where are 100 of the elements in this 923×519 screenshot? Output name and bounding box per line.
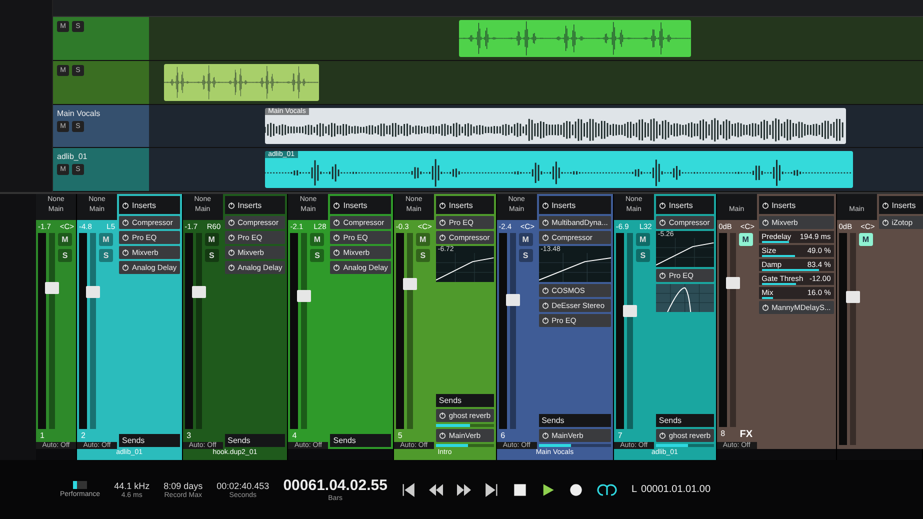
power-icon[interactable]	[333, 202, 340, 208]
fader-handle[interactable]	[192, 286, 206, 298]
channel-toggle[interactable]: S	[416, 249, 430, 262]
channel-toggle[interactable]: M	[99, 233, 113, 246]
power-icon[interactable]	[762, 304, 769, 311]
skip-to-end-icon[interactable]	[485, 482, 500, 496]
channel-toggle[interactable]: S	[204, 249, 219, 262]
power-icon[interactable]	[542, 234, 549, 241]
power-icon[interactable]	[542, 317, 549, 324]
power-icon[interactable]	[122, 264, 129, 271]
inserts-label: Inserts	[552, 200, 576, 210]
fader-handle[interactable]	[297, 290, 312, 302]
transport-readout: 8:09 days	[164, 480, 203, 490]
power-icon[interactable]	[658, 219, 666, 226]
inserts-label: Inserts	[448, 200, 473, 210]
rewind-to-start-icon[interactable]	[401, 482, 416, 496]
power-icon[interactable]	[228, 249, 235, 256]
power-icon[interactable]	[762, 202, 769, 208]
power-icon[interactable]	[438, 412, 446, 419]
channel-number: 5	[398, 431, 402, 440]
power-icon[interactable]	[762, 219, 769, 226]
channel-number: 3	[186, 431, 192, 440]
power-icon[interactable]	[122, 249, 129, 256]
record-icon[interactable]	[569, 482, 584, 496]
fader-handle[interactable]	[45, 282, 59, 294]
power-icon[interactable]	[122, 219, 129, 226]
track-name: Main Vocals	[57, 108, 102, 118]
inserts-label: Inserts	[132, 200, 156, 210]
power-icon[interactable]	[438, 219, 446, 226]
channel-number: 1	[40, 431, 44, 440]
power-icon[interactable]	[228, 234, 235, 241]
power-icon[interactable]	[658, 432, 666, 439]
channel-number: 2	[81, 431, 86, 440]
power-icon[interactable]	[542, 202, 549, 208]
fader-handle[interactable]	[402, 278, 417, 290]
power-icon[interactable]	[438, 432, 446, 439]
channel-toggle[interactable]: S	[310, 249, 324, 262]
power-icon[interactable]	[438, 202, 446, 208]
fader-handle[interactable]	[726, 277, 740, 290]
power-icon[interactable]	[333, 249, 340, 256]
channel-toggle[interactable]: M	[636, 233, 650, 246]
power-icon[interactable]	[122, 202, 129, 208]
fast-forward-icon[interactable]	[457, 482, 472, 496]
power-icon[interactable]	[333, 264, 340, 271]
channel-toggle[interactable]: S	[636, 249, 650, 262]
loop-icon[interactable]	[597, 482, 618, 496]
power-icon[interactable]	[658, 202, 666, 208]
power-icon[interactable]	[228, 219, 235, 226]
send-level[interactable]	[538, 444, 572, 447]
inserts-label: Inserts	[668, 200, 693, 210]
fader-handle[interactable]	[506, 294, 520, 306]
channel-toggle[interactable]: M	[738, 233, 753, 246]
inserts-label: Inserts	[892, 200, 916, 210]
sends-label: Sends	[228, 436, 250, 445]
play-icon[interactable]	[541, 482, 556, 496]
channel-toggle[interactable]: M	[58, 233, 72, 246]
power-icon[interactable]	[333, 234, 340, 241]
sends-label: Sends	[542, 416, 564, 425]
power-icon[interactable]	[438, 234, 446, 241]
track-name: adlib_01	[57, 152, 88, 162]
fader-handle[interactable]	[86, 286, 100, 298]
power-icon[interactable]	[333, 219, 340, 226]
power-icon[interactable]	[542, 302, 549, 309]
channel-toggle[interactable]: M	[204, 233, 219, 246]
channel-toggle[interactable]: M	[858, 233, 873, 246]
power-icon[interactable]	[882, 202, 889, 208]
inserts-label: Inserts	[238, 200, 262, 210]
power-icon[interactable]	[122, 234, 129, 241]
rewind-icon[interactable]	[429, 482, 444, 496]
sends-label: Sends	[438, 396, 462, 405]
inserts-label: Inserts	[772, 200, 796, 210]
loop-marker-label: L	[631, 484, 638, 495]
channel-toggle[interactable]: M	[416, 233, 430, 246]
power-icon[interactable]	[658, 272, 666, 279]
power-icon[interactable]	[228, 202, 235, 208]
channel-number: 8	[720, 429, 726, 440]
sends-label: Sends	[333, 436, 356, 445]
channel-type: FX	[740, 429, 753, 440]
inserts-label: Inserts	[343, 200, 368, 210]
channel-toggle[interactable]: S	[518, 249, 533, 262]
channel-toggle[interactable]: S	[58, 249, 72, 262]
power-icon[interactable]	[542, 287, 549, 294]
channel-toggle[interactable]: M	[310, 233, 324, 246]
power-icon[interactable]	[228, 264, 235, 271]
cpu-meter-icon	[73, 481, 88, 489]
power-icon[interactable]	[542, 432, 549, 439]
sends-label: Sends	[122, 436, 145, 445]
channel-number: 6	[500, 431, 506, 440]
fader-handle[interactable]	[846, 290, 860, 303]
power-icon[interactable]	[542, 219, 549, 226]
loop-start-readout: 00001.01.01.00	[641, 484, 711, 495]
power-icon[interactable]	[882, 219, 889, 226]
channel-number: 7	[618, 431, 622, 440]
channel-number: 4	[292, 431, 297, 440]
channel-toggle[interactable]: S	[99, 249, 113, 262]
fader-handle[interactable]	[622, 305, 637, 318]
stop-icon[interactable]	[513, 482, 528, 496]
sends-label: Sends	[658, 416, 682, 425]
channel-toggle[interactable]: M	[518, 233, 533, 246]
transport-readout: 44.1 kHz	[114, 480, 150, 490]
